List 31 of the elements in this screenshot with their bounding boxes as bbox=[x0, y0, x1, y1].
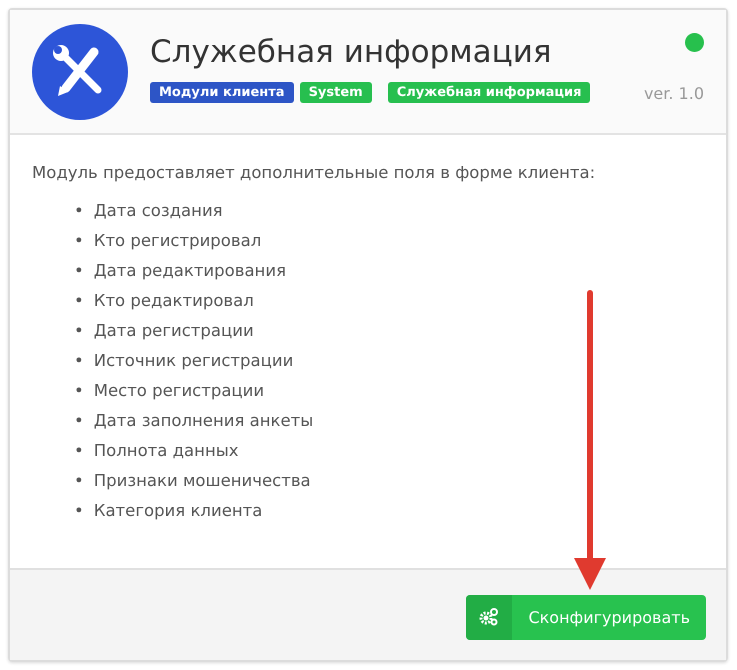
field-list-item: Кто регистрировал bbox=[94, 230, 262, 252]
field-list-item: Место регистрации bbox=[94, 380, 264, 402]
bullet: • bbox=[74, 320, 84, 342]
field-list-item: Дата создания bbox=[94, 200, 223, 222]
bullet: • bbox=[74, 470, 84, 492]
bullet: • bbox=[74, 290, 84, 312]
description-text: Модуль предоставляет дополнительные поля в форме клиента: bbox=[32, 163, 596, 182]
category-tag: Служебная информация bbox=[388, 82, 590, 103]
bullet: • bbox=[74, 200, 84, 222]
field-list-item: Дата редактирования bbox=[94, 260, 286, 282]
field-list-item: Полнота данных bbox=[94, 440, 239, 462]
field-list-item: Признаки мошеничества bbox=[94, 470, 311, 492]
bullet: • bbox=[74, 440, 84, 462]
bullet: • bbox=[74, 500, 84, 522]
bullet: • bbox=[74, 410, 84, 432]
bullet: • bbox=[74, 380, 84, 402]
bullet: • bbox=[74, 260, 84, 282]
field-list-item: Дата заполнения анкеты bbox=[94, 410, 314, 432]
field-list-item: Категория клиента bbox=[94, 500, 262, 522]
category-tag: System bbox=[300, 82, 372, 103]
bullet: • bbox=[74, 230, 84, 252]
configure-button[interactable]: Сконфигурировать bbox=[466, 594, 706, 640]
category-tag: Модули клиента bbox=[150, 82, 294, 103]
module-title: Служебная информация bbox=[150, 34, 553, 70]
field-list-item: Источник регистрации bbox=[94, 350, 294, 372]
wrench-pencil-icon bbox=[32, 24, 128, 120]
field-list-item: Кто редактировал bbox=[94, 290, 254, 312]
version-label: ver. 1.0 bbox=[644, 84, 704, 102]
field-list-item: Дата регистрации bbox=[94, 320, 254, 342]
gears-icon bbox=[479, 608, 500, 626]
bullet: • bbox=[74, 350, 84, 372]
